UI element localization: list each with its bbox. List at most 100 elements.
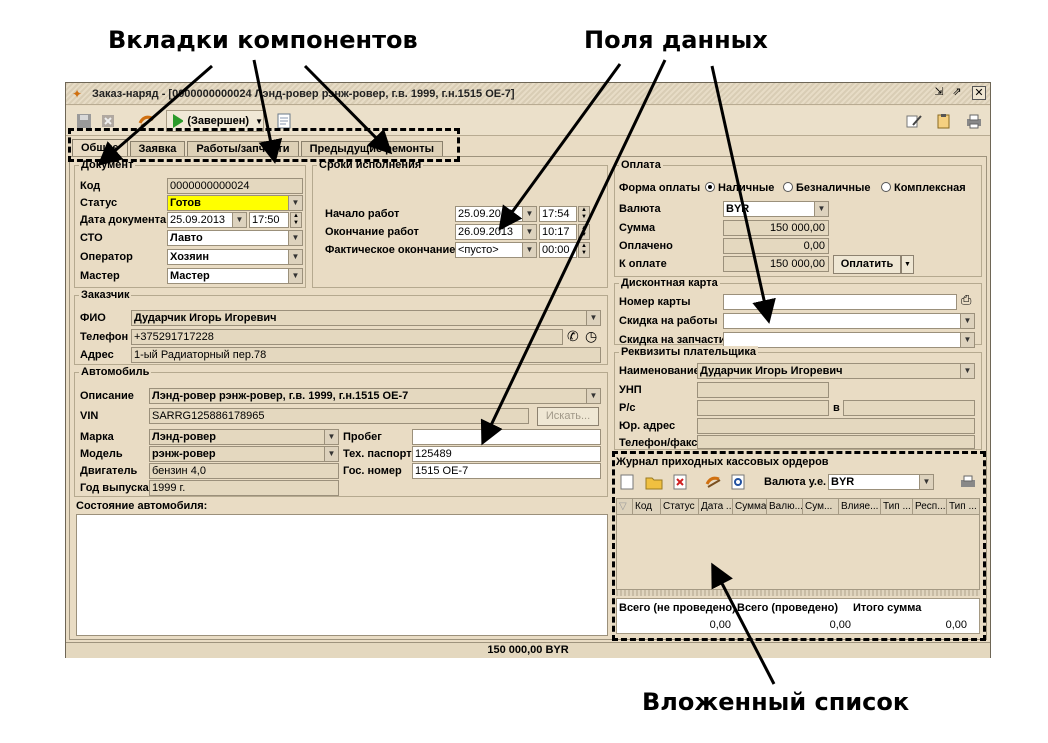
condition-label: Состояние автомобиля: [76,500,208,512]
fio-select[interactable]: Дударчик Игорь Игоревич ▼ [131,310,601,326]
bank-field [843,400,975,416]
passport-label: Тех. паспорт [343,448,412,460]
paid-field: 0,00 [723,238,829,254]
status-label: Статус [80,197,118,209]
minimize-icon[interactable]: ⇲ [932,86,946,100]
payer-name-select[interactable]: Дударчик Игорь Игоревич ▼ [697,363,975,379]
close-icon[interactable]: ✕ [972,86,986,100]
start-time-spinner[interactable]: ▲ ▼ [578,206,590,222]
time-field[interactable]: 17:50 [249,212,289,228]
currency-select[interactable]: BYR ▼ [723,201,829,217]
card-field[interactable] [723,294,957,310]
actual-date-value: <пусто> [458,244,499,256]
actual-date-dropdown-icon[interactable]: ▼ [522,243,536,257]
app-icon: ✦ [72,87,83,101]
payment-cash-label: Наличные [718,182,775,194]
status-bar: 150 000,00 BYR [66,642,990,658]
operator-value: Хозяин [170,251,210,263]
pay-button[interactable]: Оплатить [833,255,901,274]
year-label: Год выпуска [80,482,149,494]
currency-label: Валюта [619,203,661,215]
payment-noncash-option[interactable]: Безналичные [783,182,871,194]
model-dropdown-icon[interactable]: ▼ [324,447,338,461]
sum-label: Сумма [619,222,656,234]
actual-time-field[interactable]: 00:00 [539,242,577,258]
date-dropdown-icon[interactable]: ▼ [232,213,246,227]
payment-group-title: Оплата [619,159,663,171]
make-select[interactable]: Лэнд-ровер ▼ [149,429,339,445]
legal-address-field [697,418,975,434]
payment-cash-option[interactable]: Наличные [705,182,774,194]
start-date-dropdown-icon[interactable]: ▼ [522,207,536,221]
window-titlebar: ✦ Заказ-наряд - [0000000000024 Лэнд-рове… [66,83,990,105]
desc-dropdown-icon[interactable]: ▼ [586,389,600,403]
desc-select[interactable]: Лэнд-ровер рэнж-ровер, г.в. 1999, г.н.15… [149,388,601,404]
date-value: 25.09.2013 [170,214,226,226]
end-date-dropdown-icon[interactable]: ▼ [522,225,536,239]
card-reader-icon[interactable]: ⎙ [961,292,971,308]
payer-phone-label: Телефон/факс [619,437,698,449]
desc-value: Лэнд-ровер рэнж-ровер, г.в. 1999, г.н.15… [152,390,409,402]
pay-menu-button[interactable]: ▼ [901,255,914,274]
works-discount-dropdown-icon[interactable]: ▼ [960,314,974,328]
phone-field: +375291717228 [131,329,563,345]
end-time-spinner[interactable]: ▲ ▼ [578,224,590,240]
annotation-tabs-label: Вкладки компонентов [108,26,418,54]
works-discount-select[interactable]: ▼ [723,313,975,329]
code-label: Код [80,180,101,192]
edit-note-icon[interactable] [902,110,926,132]
start-date-field[interactable]: 25.09.2013 ▼ [455,206,537,222]
customer-group: Заказчик ФИО Дударчик Игорь Игоревич ▼ Те… [74,289,608,365]
sto-label: СТО [80,232,103,244]
master-select[interactable]: Мастер ▼ [167,268,303,284]
unp-label: УНП [619,384,642,396]
plate-field[interactable]: 1515 ОЕ-7 [412,463,601,479]
make-dropdown-icon[interactable]: ▼ [324,430,338,444]
clock-icon[interactable]: ◷ [585,328,597,345]
payer-name-dropdown-icon[interactable]: ▼ [960,364,974,378]
operator-dropdown-icon[interactable]: ▼ [288,250,302,264]
phone-icon[interactable]: ✆ [567,328,579,345]
legal-address-label: Юр. адрес [619,420,676,432]
payment-group: Оплата Форма оплаты Наличные Безналичные… [614,159,982,277]
date-field[interactable]: 25.09.2013 ▼ [167,212,247,228]
print-icon[interactable] [962,110,986,132]
payer-phone-field [697,435,975,449]
end-time-field[interactable]: 10:17 [539,224,577,240]
window-title: Заказ-наряд - [0000000000024 Лэнд-ровер … [92,88,515,100]
unp-field [697,382,829,398]
clipboard-icon[interactable] [932,110,956,132]
topay-label: К оплате [619,258,667,270]
currency-value: BYR [726,203,750,215]
actual-date-field[interactable]: <пусто> ▼ [455,242,537,258]
address-field: 1-ый Радиаторный пер.78 [131,347,601,363]
terms-group: Сроки исполнения Начало работ 25.09.2013… [312,159,608,288]
radio-icon [705,182,715,192]
currency-dropdown-icon[interactable]: ▼ [814,202,828,216]
tabs-highlight-frame [68,128,460,162]
search-button[interactable]: Искать... [537,407,599,426]
fio-dropdown-icon[interactable]: ▼ [586,311,600,325]
model-select[interactable]: рэнж-ровер ▼ [149,446,339,462]
payment-complex-option[interactable]: Комплексная [881,182,966,194]
start-time-field[interactable]: 17:54 [539,206,577,222]
operator-select[interactable]: Хозяин ▼ [167,249,303,265]
sto-dropdown-icon[interactable]: ▼ [288,231,302,245]
payer-group: Реквизиты плательщика Наименование Дудар… [614,346,982,450]
master-dropdown-icon[interactable]: ▼ [288,269,302,283]
end-date-value: 26.09.2013 [458,226,514,238]
status-dropdown-icon[interactable]: ▼ [288,196,302,210]
actual-time-spinner[interactable]: ▲ ▼ [578,242,590,258]
condition-textarea[interactable] [76,514,608,636]
time-spinner[interactable]: ▲ ▼ [290,212,302,228]
parts-discount-dropdown-icon[interactable]: ▼ [960,333,974,347]
passport-field[interactable]: 125489 [412,446,601,462]
maximize-icon[interactable]: ⇗ [950,86,964,100]
status-select[interactable]: Готов ▼ [167,195,303,211]
year-field: 1999 г. [149,480,339,496]
mileage-field[interactable] [412,429,601,445]
parts-discount-select[interactable]: ▼ [723,332,975,348]
model-value: рэнж-ровер [152,448,216,460]
sto-select[interactable]: Лавто ▼ [167,230,303,246]
end-date-field[interactable]: 26.09.2013 ▼ [455,224,537,240]
